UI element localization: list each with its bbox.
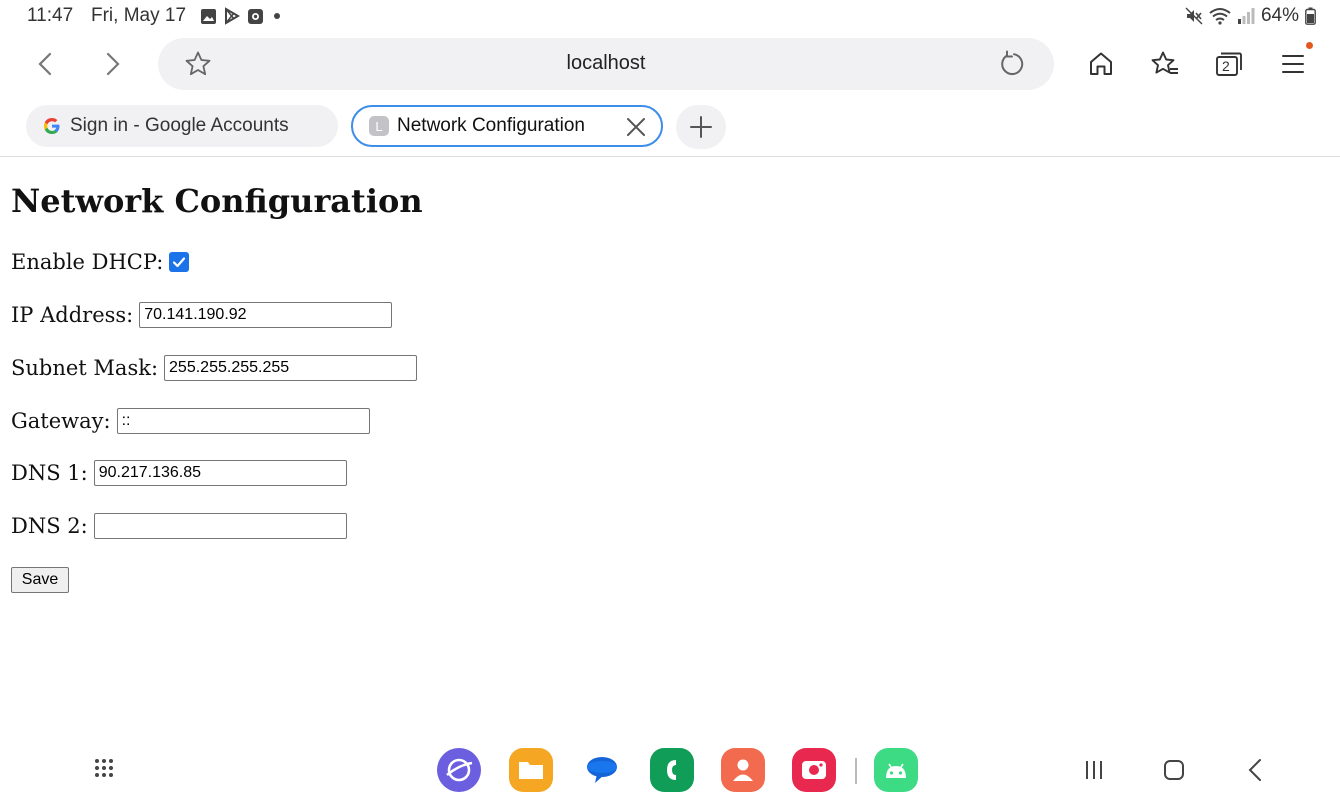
- screen-recorder-icon: [248, 8, 263, 24]
- apps-grid-icon: [95, 759, 113, 777]
- tab-network-configuration[interactable]: L Network Configuration: [351, 105, 663, 147]
- wifi-icon: [1209, 8, 1231, 25]
- subnet-label: Subnet Mask:: [11, 356, 159, 380]
- camera-app-icon[interactable]: [792, 748, 836, 792]
- dns2-input[interactable]: [93, 513, 347, 539]
- tab-count: 2: [1222, 58, 1230, 74]
- taskbar-dock: [0, 740, 1340, 800]
- dot-icon: [274, 13, 280, 19]
- toolbar-divider: [0, 156, 1340, 157]
- phone-app-icon[interactable]: [650, 748, 694, 792]
- bookmarks-star-icon: [1151, 51, 1178, 74]
- battery-percent: 64%: [1260, 5, 1299, 26]
- internet-browser-app-icon[interactable]: [437, 748, 481, 792]
- letter-favicon-icon: L: [369, 116, 389, 136]
- my-files-app-icon[interactable]: [509, 748, 553, 792]
- home-square-icon: [1164, 760, 1184, 780]
- subnet-mask-input[interactable]: [164, 355, 418, 381]
- android-app-icon[interactable]: [874, 748, 918, 792]
- gallery-icon: [201, 8, 216, 24]
- home-icon: [1090, 52, 1112, 75]
- status-bar: 11:47 Fri, May 17 64%: [0, 0, 1340, 32]
- page-title: Network Configuration: [11, 182, 423, 220]
- back-chevron-icon: [1248, 759, 1261, 781]
- dhcp-checkbox[interactable]: [169, 252, 190, 272]
- reload-icon: [1001, 50, 1024, 76]
- checkmark-icon: [173, 257, 186, 268]
- dns1-row: DNS 1:: [11, 460, 347, 486]
- gateway-input[interactable]: [116, 408, 370, 434]
- camera-icon: [802, 761, 826, 779]
- dns2-label: DNS 2:: [11, 514, 88, 538]
- ip-row: IP Address:: [11, 302, 393, 328]
- signal-icon: [1237, 8, 1255, 24]
- tab-title: Network Configuration: [397, 115, 585, 136]
- person-icon: [733, 759, 753, 781]
- android-robot-icon: [886, 763, 906, 778]
- chat-bubble-icon: [587, 757, 617, 783]
- clock: 11:47: [27, 5, 74, 26]
- plus-icon: [690, 116, 712, 138]
- contacts-app-icon[interactable]: [721, 748, 765, 792]
- google-favicon-icon: [42, 116, 62, 136]
- gateway-label: Gateway:: [11, 409, 111, 433]
- new-tab-button[interactable]: [676, 105, 726, 149]
- planet-icon: [446, 758, 473, 782]
- folder-icon: [519, 762, 543, 779]
- dns2-row: DNS 2:: [11, 513, 347, 539]
- address-bar[interactable]: localhost: [158, 38, 1054, 90]
- ip-label: IP Address:: [11, 303, 134, 327]
- notification-dot: [1306, 42, 1313, 49]
- system-status: 64%: [1185, 5, 1316, 27]
- subnet-row: Subnet Mask:: [11, 355, 418, 381]
- hamburger-menu-icon: [1282, 55, 1304, 73]
- save-button[interactable]: Save: [11, 567, 69, 593]
- tab-title: Sign in - Google Accounts: [70, 115, 289, 136]
- tab-close-button[interactable]: [625, 116, 647, 144]
- tab-google-sign-in[interactable]: Sign in - Google Accounts: [26, 105, 338, 147]
- close-icon: [627, 118, 645, 136]
- chevron-left-icon: [38, 52, 52, 76]
- dhcp-label: Enable DHCP:: [11, 250, 164, 274]
- gateway-row: Gateway:: [11, 408, 370, 434]
- reload-button[interactable]: [998, 50, 1026, 83]
- home-button[interactable]: [1085, 48, 1117, 80]
- play-store-icon: [225, 7, 240, 25]
- dns1-label: DNS 1:: [11, 461, 88, 485]
- browser-toolbar: localhost 2: [0, 36, 1340, 92]
- date: Fri, May 17: [91, 5, 187, 26]
- chevron-right-icon: [106, 52, 120, 76]
- messages-app-icon[interactable]: [580, 748, 624, 792]
- bookmarks-button[interactable]: [1149, 48, 1181, 80]
- forward-button[interactable]: [94, 46, 130, 82]
- back-button[interactable]: [28, 46, 64, 82]
- url-text: localhost: [566, 52, 646, 74]
- dhcp-row: Enable DHCP:: [11, 250, 190, 274]
- mute-icon: [1185, 7, 1203, 25]
- phone-icon: [667, 760, 676, 780]
- notification-icons: [200, 7, 284, 25]
- dns1-input[interactable]: [93, 460, 347, 486]
- battery-icon: [1305, 7, 1316, 25]
- home-nav-button[interactable]: [1158, 754, 1190, 786]
- tab-strip: Sign in - Google Accounts L Network Conf…: [0, 104, 1340, 150]
- back-nav-button[interactable]: [1240, 754, 1272, 786]
- recents-icon: [1086, 761, 1102, 779]
- ip-address-input[interactable]: [139, 302, 393, 328]
- menu-button[interactable]: [1277, 42, 1313, 80]
- tabs-button[interactable]: 2: [1213, 48, 1245, 80]
- recent-apps-button[interactable]: [1078, 754, 1110, 786]
- app-drawer-button[interactable]: [90, 754, 122, 786]
- dock-separator: [855, 758, 857, 784]
